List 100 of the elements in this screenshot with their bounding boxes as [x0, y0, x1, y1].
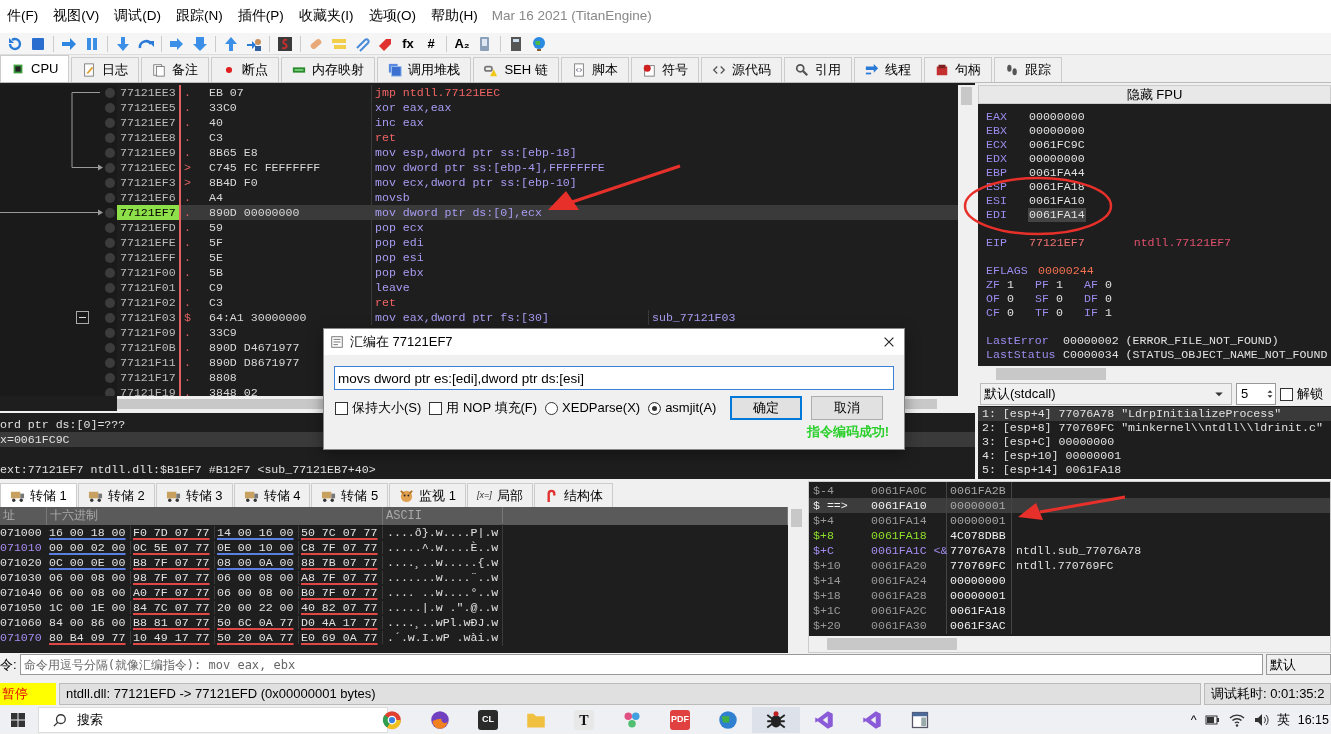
tab[interactable]: 备注	[141, 57, 210, 82]
convention-dropdown[interactable]: 默认(stdcall)	[980, 383, 1232, 405]
register-value[interactable]: 0061FA10	[1028, 194, 1086, 208]
vertical-scrollbar[interactable]	[788, 507, 805, 653]
register-value[interactable]: 77121EF7	[1028, 236, 1086, 250]
down-arrow-icon[interactable]	[115, 35, 131, 52]
windows-logo-icon[interactable]	[10, 712, 26, 728]
dark-square-icon[interactable]	[277, 35, 293, 52]
flag-value[interactable]: 0	[1007, 306, 1035, 320]
paperclip-icon[interactable]	[354, 35, 370, 52]
speaker-icon[interactable]	[1252, 712, 1269, 728]
globe-icon[interactable]	[531, 35, 547, 52]
square-icon[interactable]	[30, 35, 46, 52]
flag-value[interactable]: 1	[1105, 306, 1133, 320]
register-value[interactable]: 00000244	[1038, 264, 1094, 278]
breakpoint-dot[interactable]	[105, 102, 115, 113]
breakpoint-dot[interactable]	[105, 282, 115, 293]
option[interactable]: 保持大小(S)	[335, 398, 422, 418]
menu-item[interactable]: 帮助(H)	[424, 6, 486, 27]
tab[interactable]: 引用	[783, 57, 852, 82]
tab[interactable]: SEH 链	[473, 57, 559, 82]
register-value[interactable]: 00000000	[1028, 124, 1086, 138]
breakpoint-dot[interactable]	[105, 342, 115, 353]
tab[interactable]: 转储 5	[311, 483, 389, 507]
option[interactable]: XEDParse(X)	[545, 398, 641, 418]
flag-value[interactable]: 0	[1056, 292, 1084, 306]
wifi-icon[interactable]	[1228, 712, 1245, 728]
pause-icon[interactable]	[84, 35, 100, 52]
argument-count-spinner[interactable]: 5	[1236, 383, 1276, 405]
tab[interactable]: 转储 1	[0, 483, 77, 507]
breakpoint-dot[interactable]	[105, 117, 115, 128]
flag-value[interactable]: 1	[1056, 278, 1084, 292]
breakpoint-dot[interactable]	[105, 372, 115, 383]
right-arrow-icon[interactable]	[61, 35, 77, 52]
tray-chevron[interactable]: ^	[1190, 710, 1197, 730]
tab[interactable]: 转储 3	[155, 483, 233, 507]
down-arrow-icon[interactable]	[192, 35, 208, 52]
breakpoint-dot[interactable]	[105, 327, 115, 338]
breakpoint-dot[interactable]	[105, 177, 115, 188]
option[interactable]: 用 NOP 填充(F)	[429, 398, 538, 418]
selected-row[interactable]: 77121EF7 . 890D 00000000 mov dword ptr ds:[0],ecx	[0, 205, 958, 220]
collapse-icon[interactable]	[76, 311, 89, 324]
taskbar-app[interactable]: PDF	[656, 707, 704, 733]
tab[interactable]: [x=] 局部	[467, 483, 533, 507]
tab[interactable]: 结构体	[533, 483, 613, 507]
menu-item[interactable]: 视图(V)	[46, 6, 108, 27]
tab[interactable]: 调用堆栈	[377, 57, 472, 82]
tab[interactable]: 符号	[630, 57, 699, 82]
breakpoint-dot[interactable]	[105, 357, 115, 368]
breakpoint-dot[interactable]	[105, 312, 115, 323]
menu-item[interactable]: 跟踪(N)	[169, 6, 231, 27]
menu-item[interactable]: 选项(O)	[361, 6, 424, 27]
argument-line[interactable]: 5: [esp+14] 0061FA18	[978, 463, 1331, 477]
fpu-toggle[interactable]: 隐藏 FPU	[978, 85, 1331, 104]
tab[interactable]: 句柄	[923, 57, 992, 82]
tab[interactable]: 线程	[853, 57, 922, 82]
breakpoint-dot[interactable]	[105, 237, 115, 248]
register-value[interactable]: 0061FC9C	[1028, 138, 1086, 152]
register-value[interactable]: 00000000	[1028, 152, 1086, 166]
breakpoint-dot[interactable]	[105, 87, 115, 98]
calculator-icon[interactable]	[508, 35, 524, 52]
tab[interactable]: 转储 4	[233, 483, 311, 507]
vertical-scrollbar[interactable]	[958, 85, 975, 396]
breakpoint-dot[interactable]	[105, 297, 115, 308]
dialog-button[interactable]: 取消	[811, 396, 884, 420]
breakpoint-dot[interactable]	[105, 207, 115, 218]
tab[interactable]: 跟踪	[993, 57, 1062, 82]
toolbar-glyph[interactable]: fx	[400, 35, 416, 52]
menu-item[interactable]: 收藏夹(I)	[291, 6, 362, 27]
tab[interactable]: 源代码	[700, 57, 782, 82]
breakpoint-dot[interactable]	[105, 147, 115, 158]
horizontal-scrollbar[interactable]	[809, 636, 1330, 652]
breakpoint-dot[interactable]	[105, 387, 115, 396]
breakpoint-dot[interactable]	[105, 192, 115, 203]
flag-value[interactable]: 0	[1105, 292, 1133, 306]
breakpoint-dot[interactable]	[105, 162, 115, 173]
input-method[interactable]: 英	[1276, 710, 1290, 730]
circular-arrow-icon[interactable]	[7, 35, 23, 52]
tab[interactable]: 转储 2	[77, 483, 155, 507]
register-value[interactable]: 00000000	[1028, 110, 1086, 124]
register-value[interactable]: 0061FA14	[1028, 208, 1086, 222]
flag-value[interactable]: 1	[1007, 278, 1035, 292]
argument-line[interactable]: 3: [esp+C] 00000000	[978, 435, 1331, 449]
register-value[interactable]: 0061FA44	[1028, 166, 1086, 180]
tab[interactable]: 断点	[211, 57, 280, 82]
tab[interactable]: 日志	[71, 57, 140, 82]
selected-row[interactable]: $ ==> 0061FA10 00000001	[809, 498, 1330, 513]
taskbar-app[interactable]: CL	[464, 707, 512, 733]
menu-item[interactable]: 件(F)	[0, 6, 47, 27]
command-field[interactable]: 命令用逗号分隔(就像汇编指令): mov eax, ebx	[19, 654, 1263, 675]
taskbar-app[interactable]: T	[560, 707, 608, 733]
breakpoint-dot[interactable]	[105, 252, 115, 263]
menu-item[interactable]: 调试(D)	[107, 6, 169, 27]
up-arrow-icon[interactable]	[223, 35, 239, 52]
flag-value[interactable]: 0	[1105, 278, 1133, 292]
toolbar-glyph[interactable]: #	[423, 35, 439, 52]
dialog-button[interactable]: 确定	[730, 396, 803, 420]
argument-line[interactable]: 4: [esp+10] 00000001	[978, 449, 1331, 463]
breakpoint-dot[interactable]	[105, 222, 115, 233]
lock-checkbox[interactable]	[1280, 387, 1293, 401]
